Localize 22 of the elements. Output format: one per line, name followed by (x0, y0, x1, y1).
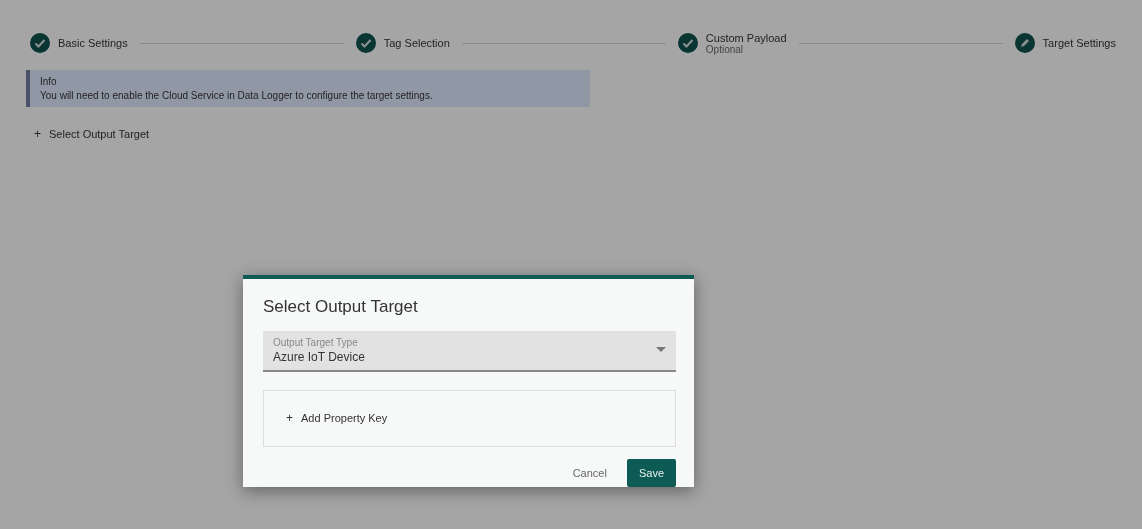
step[interactable]: Tag Selection (355, 33, 450, 53)
step[interactable]: Target Settings (1014, 33, 1116, 53)
plus-icon: + (286, 411, 293, 426)
step-label: Target Settings (1042, 37, 1116, 49)
step-label: Basic Settings (58, 37, 128, 49)
field-label: Output Target Type (273, 336, 359, 348)
caret-icon (656, 347, 666, 354)
info-text: You will need to enable the Cloud Service in Data Logger to configure the target settings. (40, 90, 434, 101)
dialog-title: Select Output Target (263, 297, 419, 317)
save-button[interactable]: Save (626, 459, 676, 487)
info-title: Info (40, 76, 58, 87)
step-label: Tag Selection (383, 37, 450, 49)
select-field[interactable]: Output Target Type Azure IoT Device (263, 331, 676, 372)
select-output-target-link[interactable]: Select Output Target (49, 128, 150, 140)
field-value: Azure IoT Device (273, 349, 366, 364)
step-sublabel: Optional (705, 43, 745, 55)
add-property-link[interactable]: Add Property Key (301, 412, 388, 425)
step-label: Custom Payload (705, 31, 787, 44)
plus-icon: + (34, 127, 41, 141)
step[interactable]: Basic Settings (30, 33, 128, 53)
cancel-button[interactable]: Cancel (560, 459, 619, 487)
step[interactable]: Custom Payload Optional (677, 31, 787, 55)
